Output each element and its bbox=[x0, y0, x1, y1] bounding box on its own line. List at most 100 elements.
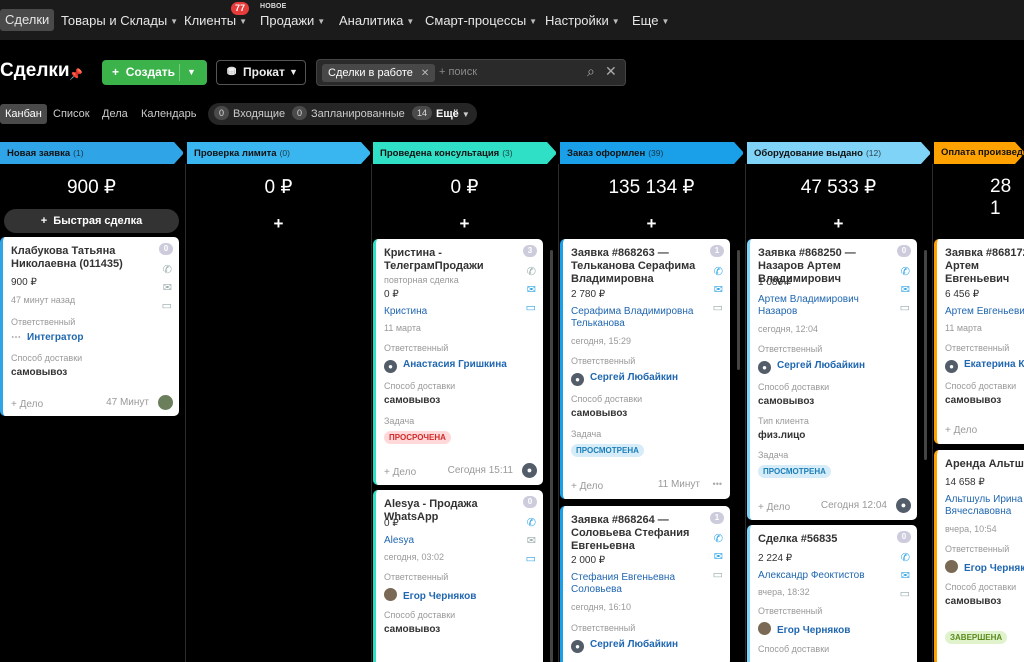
column-header[interactable]: Проведена консультация (3) bbox=[373, 142, 556, 164]
chat-icon[interactable]: ▭ bbox=[162, 299, 172, 312]
incoming-counter[interactable]: 0 Входящие bbox=[214, 106, 285, 122]
column-header[interactable]: Оборудование выдано (12) bbox=[747, 142, 930, 164]
tab-activities[interactable]: Дела bbox=[97, 104, 133, 124]
card-title[interactable]: Заявка #868172 - Артем Евгеньевич bbox=[945, 247, 1024, 286]
avatar[interactable]: ● bbox=[522, 463, 537, 478]
add-deal-button[interactable]: + bbox=[373, 214, 556, 234]
card-title[interactable]: Заявка #868263 — Тельканова Серафима Вла… bbox=[571, 247, 701, 286]
phone-icon[interactable]: ✆ bbox=[714, 532, 723, 545]
mail-icon[interactable]: ✉ bbox=[527, 534, 536, 547]
phone-icon[interactable]: ✆ bbox=[163, 263, 172, 276]
responsible[interactable]: ⋯ Интегратор bbox=[11, 332, 84, 344]
chat-icon[interactable]: ▭ bbox=[713, 301, 723, 314]
deal-card[interactable]: Заявка #868264 — Соловьева Стефания Евге… bbox=[560, 506, 730, 662]
column-header[interactable]: Проверка лимита (0) bbox=[187, 142, 370, 164]
client-link[interactable]: Кристина bbox=[384, 306, 427, 318]
add-activity-button[interactable]: + Дело bbox=[571, 481, 603, 492]
mail-icon[interactable]: ✉ bbox=[163, 281, 172, 294]
scrollbar[interactable] bbox=[737, 250, 740, 370]
chat-icon[interactable]: ▭ bbox=[526, 301, 536, 314]
responsible[interactable]: Егор Черняков bbox=[945, 560, 1024, 575]
create-button[interactable]: + Создать ▼ bbox=[102, 60, 207, 85]
deal-card[interactable]: Аренда Альтшул 14 658 ₽ Альтшуль Ирина В… bbox=[934, 450, 1024, 662]
add-deal-button[interactable]: + bbox=[747, 214, 930, 234]
phone-icon[interactable]: ✆ bbox=[901, 551, 910, 564]
add-activity-button[interactable]: + Дело bbox=[11, 399, 43, 410]
mail-icon[interactable]: ✉ bbox=[527, 283, 536, 296]
responsible[interactable]: ● Сергей Любайкин bbox=[571, 372, 678, 386]
chat-icon[interactable]: ▭ bbox=[900, 587, 910, 600]
column-header[interactable]: Новая заявка (1) bbox=[0, 142, 183, 164]
scrollbar[interactable] bbox=[550, 250, 553, 662]
nav-deals[interactable]: Сделки bbox=[0, 9, 55, 31]
more-dots-icon[interactable]: ••• bbox=[713, 479, 722, 489]
card-title[interactable]: Alesya - Продажа WhatsApp bbox=[384, 498, 529, 524]
card-title[interactable]: Заявка #868264 — Соловьева Стефания Евге… bbox=[571, 514, 701, 553]
add-deal-button[interactable]: + bbox=[187, 214, 370, 234]
mail-icon[interactable]: ✉ bbox=[901, 569, 910, 582]
client-link[interactable]: Александр Феоктистов bbox=[758, 570, 865, 582]
close-icon[interactable]: ✕ bbox=[421, 68, 429, 79]
responsible[interactable]: ● Анастасия Гришкина bbox=[384, 359, 507, 373]
nav-analytics[interactable]: Аналитика ▼ bbox=[339, 10, 414, 32]
mail-icon[interactable]: ✉ bbox=[901, 283, 910, 296]
card-title[interactable]: Кристина - ТелеграмПродажи bbox=[384, 247, 514, 273]
deal-card[interactable]: Заявка #868172 - Артем Евгеньевич 6 456 … bbox=[934, 239, 1024, 444]
deal-card[interactable]: Сделка #56835 0 ✆ ✉ ▭ 2 224 ₽ Александр … bbox=[747, 525, 917, 662]
add-activity-button[interactable]: + Дело bbox=[384, 467, 416, 478]
rent-button[interactable]: ⛃ Прокат ▼ bbox=[216, 60, 306, 85]
responsible[interactable]: ● Екатерина Ка bbox=[945, 359, 1024, 373]
avatar[interactable]: ● bbox=[896, 498, 911, 513]
quick-deal-button[interactable]: + Быстрая сделка bbox=[4, 209, 179, 233]
tab-kanban[interactable]: Канбан bbox=[0, 104, 47, 124]
filter-chip[interactable]: Сделки в работе ✕ bbox=[322, 64, 436, 82]
deal-card[interactable]: Заявка #868263 — Тельканова Серафима Вла… bbox=[560, 239, 730, 499]
responsible[interactable]: Егор Черняков bbox=[758, 622, 850, 637]
clear-icon[interactable]: ✕ bbox=[605, 63, 617, 80]
chevron-down-icon[interactable]: ▼ bbox=[187, 60, 196, 85]
client-link[interactable]: Альтшуль Ирина Вячеславовна bbox=[945, 494, 1024, 518]
phone-icon[interactable]: ✆ bbox=[527, 265, 536, 278]
client-link[interactable]: Стефания Евгеньевна Соловьева bbox=[571, 572, 701, 596]
deal-card[interactable]: Клабукова Татьяна Николаевна (011435) 0 … bbox=[0, 237, 179, 416]
client-link[interactable]: Alesya bbox=[384, 535, 414, 547]
avatar[interactable] bbox=[158, 395, 173, 410]
responsible[interactable]: Егор Черняков bbox=[384, 588, 476, 603]
add-activity-button[interactable]: + Дело bbox=[758, 502, 790, 513]
search-filter-box[interactable]: Сделки в работе ✕ + поиск ⌕ ✕ bbox=[316, 59, 626, 86]
card-title[interactable]: Аренда Альтшул bbox=[945, 458, 1024, 471]
phone-icon[interactable]: ✆ bbox=[714, 265, 723, 278]
column-header[interactable]: Заказ оформлен (39) bbox=[560, 142, 743, 164]
phone-icon[interactable]: ✆ bbox=[527, 516, 536, 529]
deal-card[interactable]: Кристина - ТелеграмПродажи 3 ✆ ✉ ▭ повто… bbox=[373, 239, 543, 485]
card-title[interactable]: Клабукова Татьяна Николаевна (011435) bbox=[11, 245, 151, 271]
nav-more[interactable]: Еще ▼ bbox=[632, 10, 669, 32]
search-input[interactable]: + поиск bbox=[439, 60, 477, 85]
chat-icon[interactable]: ▭ bbox=[526, 552, 536, 565]
client-link[interactable]: Серафима Владимировна Тельканова bbox=[571, 306, 701, 330]
pin-icon[interactable]: 📌 bbox=[69, 68, 83, 81]
tab-list[interactable]: Список bbox=[48, 104, 95, 124]
client-link[interactable]: Артем Евгеньевич bbox=[945, 306, 1024, 318]
column-header[interactable]: Оплата произведе bbox=[934, 142, 1024, 164]
client-link[interactable]: Артем Владимирович Назаров bbox=[758, 294, 888, 318]
nav-sales[interactable]: Продажи ▼ bbox=[260, 10, 325, 32]
deal-card[interactable]: Alesya - Продажа WhatsApp 0 ✆ ✉ ▭ 0 ₽ Al… bbox=[373, 490, 543, 662]
card-title[interactable]: Сделка #56835 bbox=[758, 533, 898, 546]
chat-icon[interactable]: ▭ bbox=[900, 301, 910, 314]
nav-smart-processes[interactable]: Смарт-процессы ▼ bbox=[425, 10, 537, 32]
deal-card[interactable]: Заявка #868250 — Назаров Артем Владимиро… bbox=[747, 239, 917, 520]
chat-icon[interactable]: ▭ bbox=[713, 568, 723, 581]
more-counter[interactable]: 14 Ещё ▼ bbox=[412, 106, 470, 122]
mail-icon[interactable]: ✉ bbox=[714, 283, 723, 296]
search-icon[interactable]: ⌕ bbox=[587, 63, 595, 80]
add-activity-button[interactable]: + Дело bbox=[945, 425, 977, 436]
mail-icon[interactable]: ✉ bbox=[714, 550, 723, 563]
add-deal-button[interactable]: + bbox=[560, 214, 743, 234]
tab-calendar[interactable]: Календарь bbox=[136, 104, 202, 124]
scrollbar[interactable] bbox=[924, 250, 927, 460]
responsible[interactable]: ● Сергей Любайкин bbox=[758, 360, 865, 374]
phone-icon[interactable]: ✆ bbox=[901, 265, 910, 278]
responsible[interactable]: ● Сергей Любайкин bbox=[571, 639, 678, 653]
planned-counter[interactable]: 0 Запланированные bbox=[292, 106, 405, 122]
